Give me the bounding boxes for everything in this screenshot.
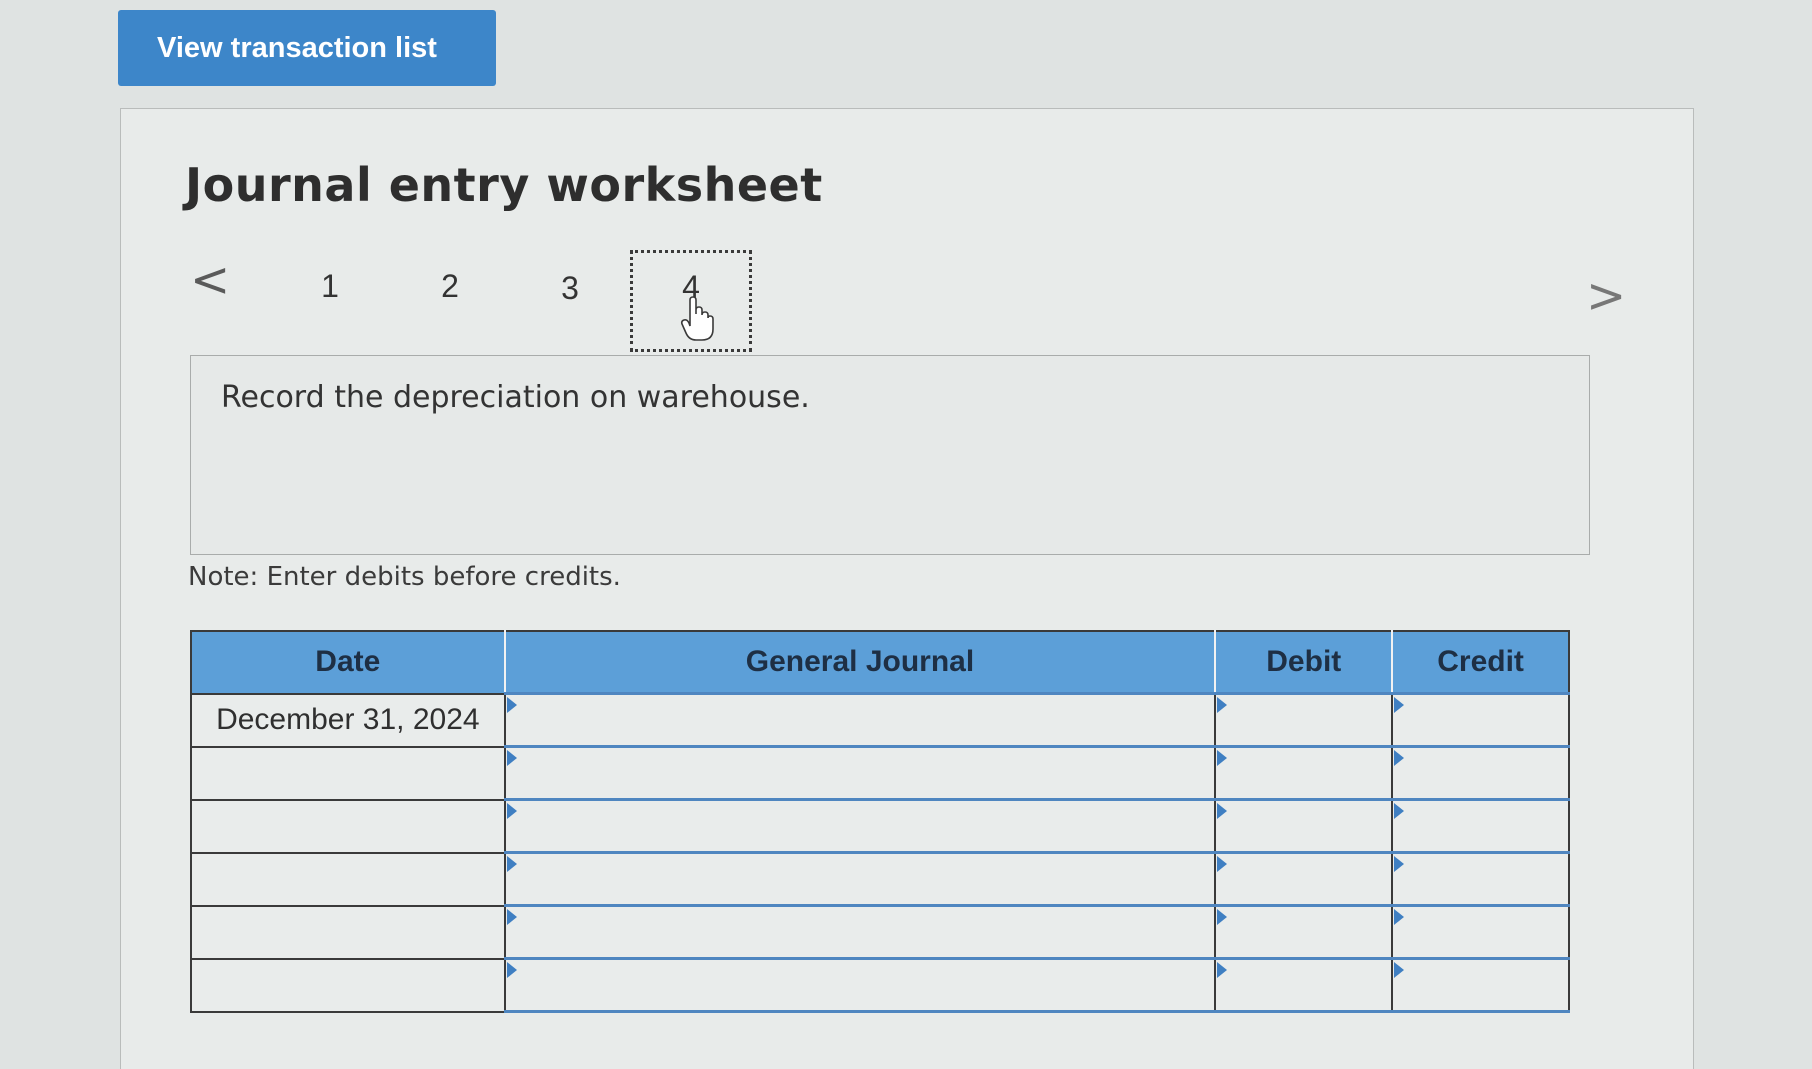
- flag-icon: [506, 909, 517, 925]
- flag-icon: [1394, 962, 1405, 978]
- journal-header-row: Date General Journal Debit Credit: [190, 630, 1570, 695]
- flag-icon: [1217, 750, 1228, 766]
- page-link-1[interactable]: 1: [310, 268, 350, 305]
- credit-input[interactable]: [1391, 798, 1570, 854]
- credit-column-header: Credit: [1391, 630, 1570, 695]
- date-cell: December 31, 2024: [190, 692, 506, 748]
- journal-table: Date General Journal Debit Credit Decemb…: [190, 630, 1570, 1013]
- date-column-header: Date: [190, 630, 506, 695]
- chevron-left-icon[interactable]: <: [190, 256, 230, 304]
- account-input[interactable]: [503, 798, 1217, 854]
- table-row: [190, 798, 1570, 854]
- view-transaction-list-button[interactable]: View transaction list: [118, 10, 496, 86]
- flag-icon: [506, 803, 517, 819]
- chevron-right-icon[interactable]: >: [1586, 272, 1626, 320]
- account-input[interactable]: [503, 904, 1217, 960]
- credit-input[interactable]: [1391, 692, 1570, 748]
- flag-icon: [506, 962, 517, 978]
- flag-icon: [506, 856, 517, 872]
- account-input[interactable]: [503, 957, 1217, 1013]
- table-row: [190, 745, 1570, 801]
- account-input[interactable]: [503, 692, 1217, 748]
- table-row: [190, 851, 1570, 907]
- date-cell: [190, 798, 506, 854]
- debit-input[interactable]: [1214, 745, 1394, 801]
- flag-icon: [1217, 909, 1228, 925]
- credit-input[interactable]: [1391, 851, 1570, 907]
- credit-input[interactable]: [1391, 957, 1570, 1013]
- date-cell: [190, 745, 506, 801]
- note-text: Note: Enter debits before credits.: [188, 562, 621, 592]
- flag-icon: [1394, 856, 1405, 872]
- flag-icon: [1394, 697, 1405, 713]
- general-journal-column-header: General Journal: [503, 630, 1217, 695]
- account-input[interactable]: [503, 745, 1217, 801]
- debit-input[interactable]: [1214, 798, 1394, 854]
- debit-input[interactable]: [1214, 957, 1394, 1013]
- table-row: [190, 904, 1570, 960]
- flag-icon: [506, 697, 517, 713]
- flag-icon: [1394, 909, 1405, 925]
- debit-input[interactable]: [1214, 851, 1394, 907]
- flag-icon: [1394, 803, 1405, 819]
- instruction-text: Record the depreciation on warehouse.: [221, 380, 810, 415]
- table-row: December 31, 2024: [190, 692, 1570, 748]
- flag-icon: [1217, 962, 1228, 978]
- date-cell: [190, 904, 506, 960]
- flag-icon: [1217, 697, 1228, 713]
- debit-column-header: Debit: [1214, 630, 1394, 695]
- date-cell: [190, 851, 506, 907]
- flag-icon: [1217, 803, 1228, 819]
- flag-icon: [1217, 856, 1228, 872]
- worksheet-title: Journal entry worksheet: [185, 158, 823, 212]
- debit-input[interactable]: [1214, 904, 1394, 960]
- page-link-2[interactable]: 2: [430, 268, 470, 305]
- credit-input[interactable]: [1391, 904, 1570, 960]
- instruction-box: Record the depreciation on warehouse.: [190, 355, 1590, 555]
- date-cell: [190, 957, 506, 1013]
- table-row: [190, 957, 1570, 1013]
- hand-pointer-icon: [680, 296, 714, 341]
- page-link-3[interactable]: 3: [550, 270, 590, 307]
- credit-input[interactable]: [1391, 745, 1570, 801]
- flag-icon: [506, 750, 517, 766]
- account-input[interactable]: [503, 851, 1217, 907]
- debit-input[interactable]: [1214, 692, 1394, 748]
- flag-icon: [1394, 750, 1405, 766]
